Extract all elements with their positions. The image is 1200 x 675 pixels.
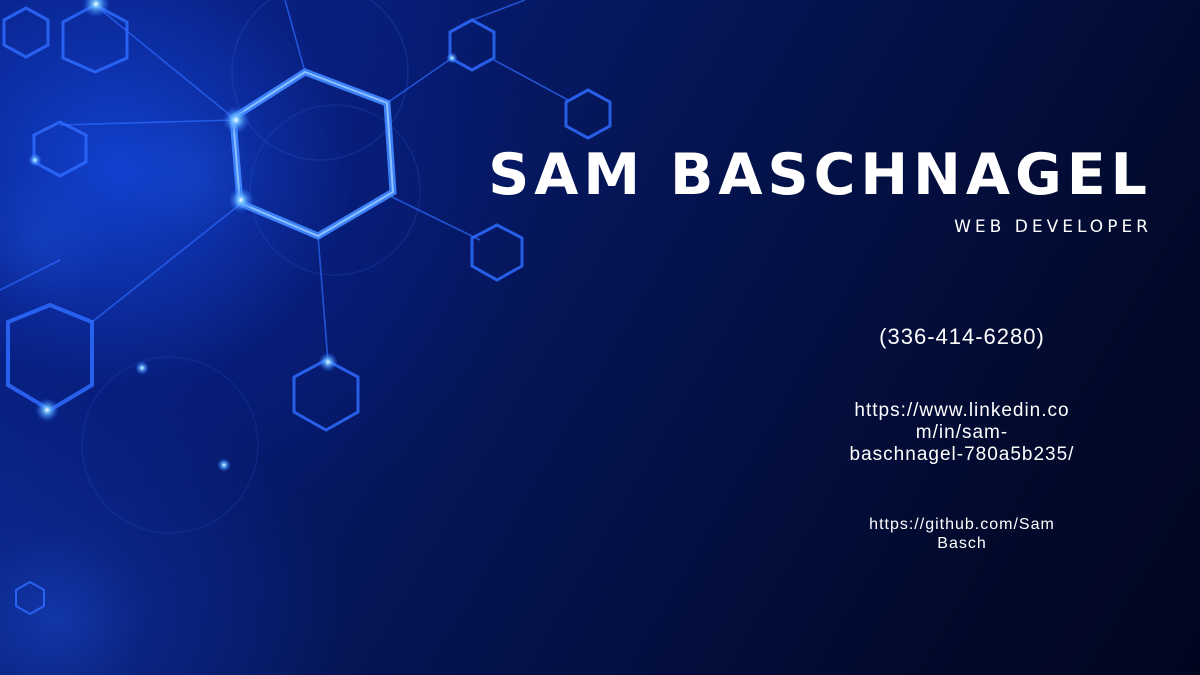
bokeh-circle — [81, 356, 259, 534]
business-card: SAM BASCHNAGEL WEB DEVELOPER (336-414-62… — [0, 0, 1200, 675]
github-url-line: Basch — [937, 535, 987, 552]
person-name: SAM BASCHNAGEL — [488, 142, 1152, 208]
github-url[interactable]: https://github.com/Sam Basch — [842, 515, 1082, 553]
job-title: WEB DEVELOPER — [954, 217, 1152, 237]
phone-number: (336-414-6280) — [879, 324, 1045, 349]
glow-node — [222, 106, 250, 134]
glow-node — [217, 458, 231, 472]
bokeh-circle — [0, 535, 140, 675]
glow-node — [135, 361, 149, 375]
linkedin-url-line: https://www.linkedin.co — [854, 400, 1070, 421]
glow-node — [28, 153, 42, 167]
hexagon-shape — [6, 302, 94, 413]
glow-node — [228, 187, 254, 213]
github-url-line: https://github.com/Sam — [869, 516, 1055, 533]
linkedin-url-line: baschnagel-780a5b235/ — [849, 444, 1075, 465]
linkedin-url-line: m/in/sam- — [915, 422, 1009, 443]
glow-node — [446, 52, 458, 64]
hexagon-shape — [32, 120, 88, 178]
glow-node — [35, 398, 59, 422]
hexagon-shape — [470, 223, 524, 282]
bokeh-circle — [0, 170, 110, 310]
hexagon-shape — [564, 88, 612, 140]
linkedin-url[interactable]: https://www.linkedin.co m/in/sam- baschn… — [822, 400, 1102, 466]
hexagon-shape — [2, 6, 50, 59]
glow-node — [318, 352, 338, 372]
glow-node — [82, 0, 110, 18]
hexagon-shape — [448, 18, 496, 72]
